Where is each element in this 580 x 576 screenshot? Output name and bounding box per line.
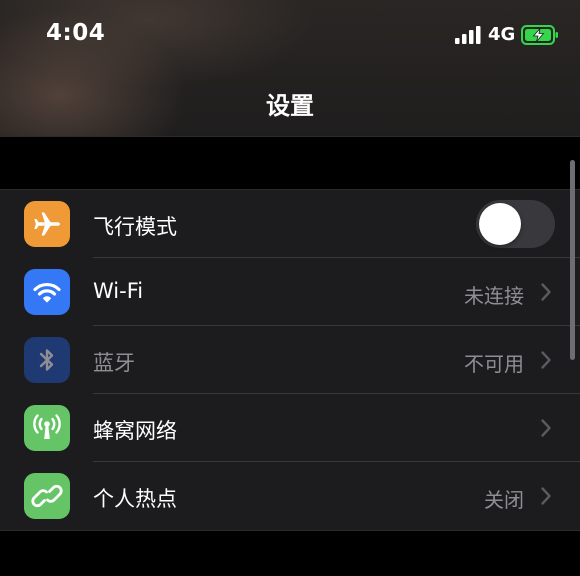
hotspot-link-icon — [24, 473, 70, 519]
chevron-right-icon — [541, 283, 551, 301]
status-time: 4:04 — [46, 20, 106, 46]
chevron-right-icon — [541, 487, 551, 505]
chevron-right-icon — [541, 351, 551, 369]
settings-row-wifi[interactable]: Wi-Fi 未连接 — [0, 258, 580, 326]
settings-row-cellular[interactable]: 蜂窝网络 — [0, 394, 580, 462]
toggle-knob — [479, 203, 521, 245]
bluetooth-status-value: 不可用 — [464, 352, 524, 376]
wifi-icon — [24, 269, 70, 315]
cellular-signal-icon — [455, 26, 481, 44]
airplane-icon — [24, 201, 70, 247]
network-type-label: 4G — [488, 24, 516, 45]
cellular-antenna-icon — [24, 405, 70, 451]
wifi-status-value: 未连接 — [464, 284, 524, 308]
settings-row-bluetooth[interactable]: 蓝牙 不可用 — [0, 326, 580, 394]
settings-group: 飞行模式 Wi-Fi 未连接 蓝牙 不可用 蜂窝网络 个人热点 关闭 — [0, 189, 580, 531]
airplane-mode-label: 飞行模式 — [93, 215, 177, 239]
settings-row-personal-hotspot[interactable]: 个人热点 关闭 — [0, 462, 580, 530]
bluetooth-label: 蓝牙 — [93, 351, 135, 375]
status-bar: 4:04 4G — [0, 0, 580, 72]
wifi-label: Wi-Fi — [93, 279, 144, 303]
chevron-right-icon — [541, 419, 551, 437]
personal-hotspot-label: 个人热点 — [93, 487, 177, 511]
header: 4:04 4G 设置 — [0, 0, 580, 137]
personal-hotspot-status-value: 关闭 — [484, 488, 524, 512]
vertical-scrollbar[interactable] — [570, 160, 575, 360]
page-title: 设置 — [266, 92, 314, 120]
airplane-mode-toggle[interactable] — [476, 200, 555, 248]
bluetooth-icon — [24, 337, 70, 383]
settings-screen: 4:04 4G 设置 飞行模式 Wi-Fi 未连接 蓝牙 不可用 蜂窝网络 个人… — [0, 0, 580, 576]
settings-row-airplane-mode[interactable]: 飞行模式 — [0, 190, 580, 258]
cellular-label: 蜂窝网络 — [93, 419, 177, 443]
battery-charging-icon — [521, 25, 558, 45]
